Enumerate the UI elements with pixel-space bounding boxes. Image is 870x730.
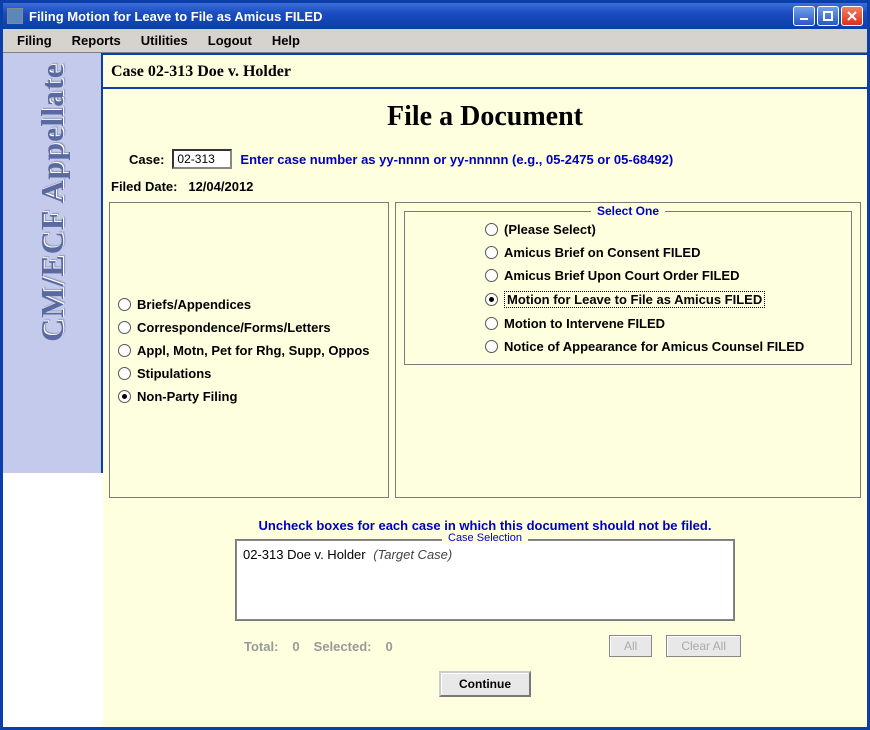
category-option[interactable]: Appl, Motn, Pet for Rhg, Supp, Oppos (118, 343, 380, 358)
category-label: Briefs/Appendices (137, 297, 251, 312)
case-list[interactable]: 02-313 Doe v. Holder (Target Case) (236, 540, 734, 620)
case-list-item[interactable]: 02-313 Doe v. Holder (Target Case) (243, 547, 727, 562)
app-window: Filing Motion for Leave to File as Amicu… (0, 0, 870, 730)
case-selection-fieldset: Case Selection 02-313 Doe v. Holder (Tar… (235, 539, 735, 621)
radio-icon (485, 293, 498, 306)
maximize-icon (822, 10, 834, 22)
select-all-button[interactable]: All (609, 635, 652, 657)
selected-value: 0 (385, 639, 392, 654)
uncheck-note: Uncheck boxes for each case in which thi… (109, 518, 861, 533)
category-option[interactable]: Briefs/Appendices (118, 297, 380, 312)
subtype-option[interactable]: Amicus Brief on Consent FILED (485, 245, 841, 260)
close-icon (846, 10, 858, 22)
category-radio-group: Briefs/Appendices Correspondence/Forms/L… (118, 297, 380, 404)
subtype-fieldset: Select One (Please Select) Amicus Brief … (404, 211, 852, 365)
filed-date-row: Filed Date: 12/04/2012 (111, 179, 861, 194)
case-number-input[interactable] (172, 149, 232, 169)
category-option[interactable]: Non-Party Filing (118, 389, 380, 404)
minimize-button[interactable] (793, 6, 815, 26)
window-controls (793, 6, 863, 26)
menubar: Filing Reports Utilities Logout Help (3, 29, 867, 53)
category-option[interactable]: Correspondence/Forms/Letters (118, 320, 380, 335)
sidebar: CM/ECF Appellate (3, 53, 103, 473)
total-label: Total: (244, 639, 278, 654)
subtype-option[interactable]: (Please Select) (485, 222, 841, 237)
radio-icon (485, 340, 498, 353)
case-list-item-text: 02-313 Doe v. Holder (243, 547, 366, 562)
menu-utilities[interactable]: Utilities (131, 30, 198, 51)
menu-logout[interactable]: Logout (198, 30, 262, 51)
panels-row: Briefs/Appendices Correspondence/Forms/L… (109, 202, 861, 498)
subtype-label: (Please Select) (504, 222, 596, 237)
radio-icon (118, 390, 131, 403)
page-title: File a Document (109, 101, 861, 133)
radio-icon (118, 344, 131, 357)
case-selection: Case Selection 02-313 Doe v. Holder (Tar… (235, 539, 735, 621)
radio-icon (118, 367, 131, 380)
maximize-button[interactable] (817, 6, 839, 26)
category-panel: Briefs/Appendices Correspondence/Forms/L… (109, 202, 389, 498)
subtype-option[interactable]: Motion for Leave to File as Amicus FILED (485, 291, 841, 308)
minimize-icon (798, 10, 810, 22)
body: CM/ECF Appellate Case 02-313 Doe v. Hold… (3, 53, 867, 727)
case-list-item-suffix: (Target Case) (373, 547, 452, 562)
menu-reports[interactable]: Reports (62, 30, 131, 51)
subtype-option[interactable]: Motion to Intervene FILED (485, 316, 841, 331)
filed-date-value: 12/04/2012 (188, 179, 253, 194)
category-option[interactable]: Stipulations (118, 366, 380, 381)
subtype-label: Notice of Appearance for Amicus Counsel … (504, 339, 804, 354)
filed-date-label: Filed Date: (111, 179, 177, 194)
subtype-radio-group: (Please Select) Amicus Brief on Consent … (415, 222, 841, 354)
titlebar: Filing Motion for Leave to File as Amicu… (3, 3, 867, 29)
subtype-legend: Select One (591, 204, 665, 218)
total-value: 0 (292, 639, 299, 654)
radio-icon (118, 321, 131, 334)
case-header: Case 02-313 Doe v. Holder (103, 55, 867, 89)
app-icon (7, 8, 23, 24)
radio-icon (485, 317, 498, 330)
subtype-label: Amicus Brief Upon Court Order FILED (504, 268, 739, 283)
category-label: Non-Party Filing (137, 389, 237, 404)
radio-icon (485, 223, 498, 236)
subtype-panel: Select One (Please Select) Amicus Brief … (395, 202, 861, 498)
radio-icon (118, 298, 131, 311)
category-label: Appl, Motn, Pet for Rhg, Supp, Oppos (137, 343, 370, 358)
subtype-label: Amicus Brief on Consent FILED (504, 245, 700, 260)
subtype-label: Motion to Intervene FILED (504, 316, 665, 331)
menu-filing[interactable]: Filing (7, 30, 62, 51)
subtype-option[interactable]: Amicus Brief Upon Court Order FILED (485, 268, 841, 283)
continue-row: Continue (109, 671, 861, 697)
case-selection-wrap: Case Selection 02-313 Doe v. Holder (Tar… (109, 539, 861, 621)
close-button[interactable] (841, 6, 863, 26)
radio-icon (485, 269, 498, 282)
case-label: Case: (129, 152, 164, 167)
content-inner: File a Document Case: Enter case number … (103, 89, 867, 727)
content: Case 02-313 Doe v. Holder File a Documen… (103, 53, 867, 727)
selected-label: Selected: (314, 639, 372, 654)
case-selection-legend: Case Selection (442, 532, 528, 544)
subtype-option[interactable]: Notice of Appearance for Amicus Counsel … (485, 339, 841, 354)
window-title: Filing Motion for Leave to File as Amicu… (29, 9, 793, 24)
case-hint: Enter case number as yy-nnnn or yy-nnnnn… (240, 152, 673, 167)
totals-row: Total: 0 Selected: 0 All Clear All (109, 635, 861, 657)
case-number-row: Case: Enter case number as yy-nnnn or yy… (129, 149, 861, 169)
sidebar-brand: CM/ECF Appellate (34, 63, 71, 342)
continue-button[interactable]: Continue (439, 671, 531, 697)
clear-all-button[interactable]: Clear All (666, 635, 741, 657)
subtype-label: Motion for Leave to File as Amicus FILED (504, 291, 765, 308)
category-label: Correspondence/Forms/Letters (137, 320, 331, 335)
menu-help[interactable]: Help (262, 30, 310, 51)
category-label: Stipulations (137, 366, 211, 381)
radio-icon (485, 246, 498, 259)
